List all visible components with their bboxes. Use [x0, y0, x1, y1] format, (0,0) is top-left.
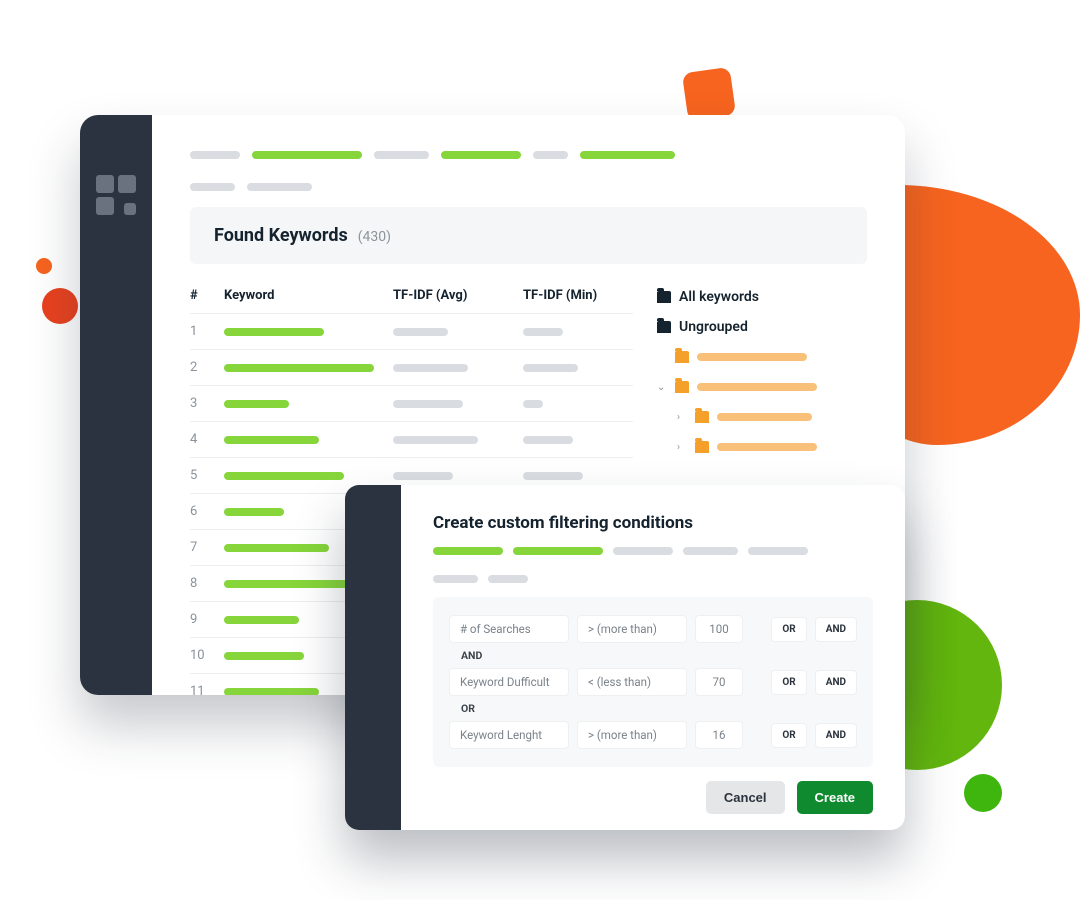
tree-folder-item[interactable]: ›	[657, 432, 867, 462]
modal-sidebar	[345, 485, 401, 830]
logic-and-button[interactable]: AND	[815, 723, 857, 748]
row-keyword-bar	[224, 436, 393, 444]
panel-header: Found Keywords (430)	[190, 207, 867, 264]
condition-value[interactable]: 16	[695, 721, 743, 749]
tree-ungrouped[interactable]: Ungrouped	[657, 312, 867, 342]
main-sidebar	[80, 115, 152, 695]
row-index: 11	[190, 684, 224, 695]
col-tfidf-avg: TF-IDF (Avg)	[393, 288, 523, 303]
logic-or-button[interactable]: OR	[771, 723, 806, 748]
modal-actions: Cancel Create	[433, 767, 873, 814]
tree-label: Ungrouped	[679, 319, 748, 335]
row-min-bar	[523, 472, 633, 480]
chevron-icon: ⌄	[657, 382, 667, 393]
condition-value[interactable]: 100	[695, 615, 743, 643]
table-row[interactable]: 2	[190, 349, 633, 385]
logic-or-button[interactable]: OR	[771, 670, 806, 695]
condition-row: # of Searches > (more than) 100 OR AND	[449, 615, 857, 643]
condition-join: OR	[461, 702, 857, 715]
col-index: #	[190, 288, 224, 303]
modal-title: Create custom filtering conditions	[433, 513, 873, 533]
cancel-button[interactable]: Cancel	[706, 781, 785, 814]
row-keyword-bar	[224, 472, 393, 480]
condition-value[interactable]: 70	[695, 668, 743, 696]
tree-all-keywords[interactable]: All keywords	[657, 282, 867, 312]
tree-folder-item[interactable]	[657, 342, 867, 372]
folder-icon	[657, 291, 671, 303]
modal-tabs-skeleton	[433, 547, 873, 583]
row-index: 8	[190, 576, 224, 591]
condition-operator[interactable]: > (more than)	[577, 721, 687, 749]
breadcrumb-skeleton	[190, 151, 867, 191]
row-keyword-bar	[224, 328, 393, 336]
decor-dot-green	[964, 774, 1002, 812]
table-row[interactable]: 3	[190, 385, 633, 421]
row-min-bar	[523, 328, 633, 336]
condition-operator[interactable]: > (more than)	[577, 615, 687, 643]
conditions-box: # of Searches> (more than)100ORANDANDKey…	[433, 597, 873, 767]
tree-label: All keywords	[679, 289, 759, 305]
tree-folder-item[interactable]: ⌄	[657, 372, 867, 402]
filter-modal: Create custom filtering conditions # of …	[345, 485, 905, 830]
tree-item-bar	[717, 443, 817, 451]
tree-item-bar	[697, 383, 817, 391]
row-min-bar	[523, 364, 633, 372]
condition-row: Keyword Lenght > (more than) 16 OR AND	[449, 721, 857, 749]
row-keyword-bar	[224, 364, 393, 372]
panel-title: Found Keywords	[214, 225, 348, 246]
row-index: 9	[190, 612, 224, 627]
condition-field[interactable]: # of Searches	[449, 615, 569, 643]
row-index: 6	[190, 504, 224, 519]
row-min-bar	[523, 436, 633, 444]
condition-row: Keyword Dufficult < (less than) 70 OR AND	[449, 668, 857, 696]
condition-field[interactable]: Keyword Lenght	[449, 721, 569, 749]
decor-dot-orange	[36, 258, 52, 274]
modal-body: Create custom filtering conditions # of …	[401, 485, 905, 830]
decor-dot-red	[42, 288, 78, 324]
table-row[interactable]: 4	[190, 421, 633, 457]
condition-field[interactable]: Keyword Dufficult	[449, 668, 569, 696]
row-avg-bar	[393, 364, 523, 372]
row-avg-bar	[393, 328, 523, 336]
logic-and-button[interactable]: AND	[815, 617, 857, 642]
folder-icon	[657, 321, 671, 333]
row-index: 10	[190, 648, 224, 663]
folder-icon	[695, 441, 709, 453]
row-index: 7	[190, 540, 224, 555]
condition-operator[interactable]: < (less than)	[577, 668, 687, 696]
col-tfidf-min: TF-IDF (Min)	[523, 288, 633, 303]
row-index: 5	[190, 468, 224, 483]
col-keyword: Keyword	[224, 288, 393, 303]
app-logo-icon	[96, 175, 136, 695]
logic-and-button[interactable]: AND	[815, 670, 857, 695]
tree-folder-item[interactable]: ›	[657, 402, 867, 432]
table-header: # Keyword TF-IDF (Avg) TF-IDF (Min)	[190, 282, 633, 313]
row-index: 2	[190, 360, 224, 375]
create-button[interactable]: Create	[797, 781, 873, 814]
chevron-icon: ›	[677, 442, 687, 453]
chevron-icon: ›	[677, 412, 687, 423]
tree-item-bar	[717, 413, 812, 421]
tree-item-bar	[697, 353, 807, 361]
folder-icon	[695, 411, 709, 423]
condition-join: AND	[461, 649, 857, 662]
row-index: 1	[190, 324, 224, 339]
row-index: 4	[190, 432, 224, 447]
row-index: 3	[190, 396, 224, 411]
logic-or-button[interactable]: OR	[771, 617, 806, 642]
row-avg-bar	[393, 400, 523, 408]
table-row[interactable]: 1	[190, 313, 633, 349]
row-avg-bar	[393, 436, 523, 444]
panel-count: (430)	[358, 229, 391, 245]
row-avg-bar	[393, 472, 523, 480]
folder-icon	[675, 351, 689, 363]
folder-icon	[675, 381, 689, 393]
decor-square-orange	[682, 67, 736, 121]
row-min-bar	[523, 400, 633, 408]
row-keyword-bar	[224, 400, 393, 408]
